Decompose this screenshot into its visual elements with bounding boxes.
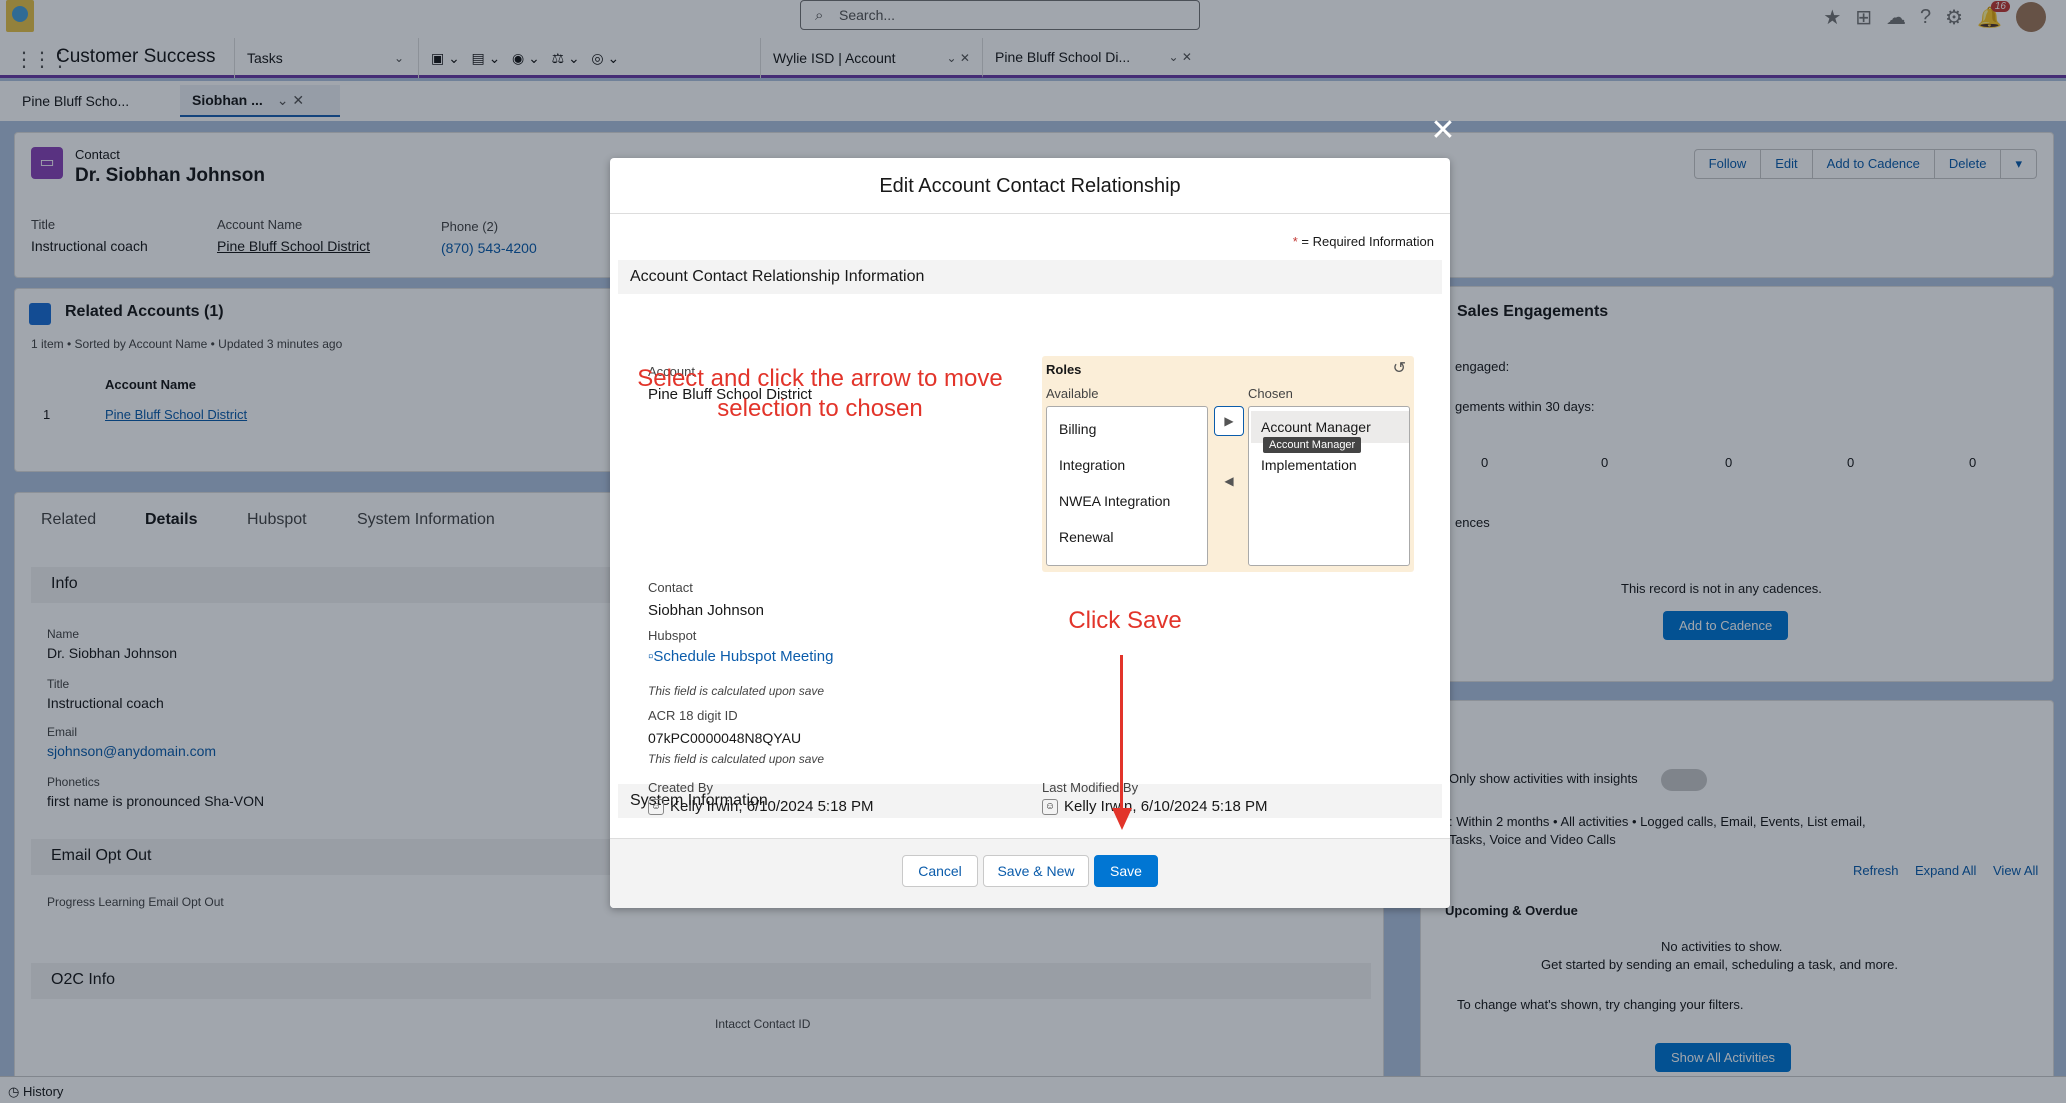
modified-by-label: Last Modified By: [1042, 780, 1139, 795]
contact-label: Contact: [648, 580, 693, 595]
created-by-label: Created By: [648, 780, 714, 795]
annotation-click-save: Click Save: [1068, 607, 1182, 634]
available-option[interactable]: Renewal: [1059, 529, 1113, 545]
chosen-list[interactable]: Account Manager Account Manager Implemen…: [1248, 406, 1410, 566]
save-button[interactable]: Save: [1094, 855, 1158, 887]
calc-note: This field is calculated upon save: [648, 752, 825, 766]
section-acr-info: Account Contact Relationship Information: [618, 260, 1442, 294]
contact-value: Siobhan Johnson: [648, 602, 764, 619]
annotation-arrow-icon: [1112, 808, 1132, 830]
required-note: * = Required Information: [1292, 234, 1434, 249]
move-to-chosen-button[interactable]: ▶: [1214, 406, 1244, 436]
required-note-text: = Required Information: [1301, 234, 1434, 249]
user-icon: ☺: [1042, 798, 1058, 815]
modal-footer: Cancel Save & New Save: [610, 838, 1450, 908]
user-icon: ☺: [648, 798, 664, 815]
save-new-button[interactable]: Save & New: [983, 855, 1089, 887]
acr-id-value: 07kPC0000048N8QYAU: [648, 730, 802, 746]
available-option[interactable]: Billing: [1059, 421, 1096, 437]
modified-date: , 6/10/2024 5:18 PM: [1132, 798, 1268, 815]
created-by-user: ☺ Kelly Irwin , 6/10/2024 5:18 PM: [648, 798, 873, 815]
chosen-label: Chosen: [1248, 386, 1293, 401]
available-option[interactable]: Integration: [1059, 457, 1125, 473]
calc-note: This field is calculated upon save: [648, 684, 825, 698]
roles-dual-listbox: Roles ↺ Available Chosen Billing Integra…: [1042, 356, 1414, 572]
roles-label: Roles: [1046, 362, 1082, 377]
hubspot-link-text: Schedule Hubspot Meeting: [653, 648, 834, 665]
edit-acr-modal: Edit Account Contact Relationship * = Re…: [610, 158, 1450, 908]
available-option[interactable]: NWEA Integration: [1059, 493, 1170, 509]
annotation-arrow-line: [1120, 655, 1123, 810]
chosen-option[interactable]: Implementation: [1261, 457, 1357, 473]
undo-icon[interactable]: ↺: [1393, 358, 1406, 378]
option-tooltip: Account Manager: [1263, 437, 1362, 453]
modal-body: * = Required Information Account Contact…: [610, 214, 1450, 838]
modal-title: Edit Account Contact Relationship: [610, 158, 1450, 214]
created-date: , 6/10/2024 5:18 PM: [738, 798, 874, 815]
available-label: Available: [1046, 386, 1099, 401]
modified-by-user: ☺ Kelly Irwin , 6/10/2024 5:18 PM: [1042, 798, 1267, 815]
move-to-available-button[interactable]: ◀: [1214, 466, 1244, 496]
acr-id-label: ACR 18 digit ID: [648, 708, 738, 723]
cancel-button[interactable]: Cancel: [902, 855, 978, 887]
annotation-select-arrow: Select and click the arrow to move selec…: [637, 365, 1003, 422]
hubspot-label: Hubspot: [648, 628, 697, 643]
available-list[interactable]: Billing Integration NWEA Integration Ren…: [1046, 406, 1208, 566]
close-icon[interactable]: ✕: [1428, 116, 1458, 146]
created-user-name[interactable]: Kelly Irwin: [670, 798, 738, 815]
schedule-hubspot-link[interactable]: ▫Schedule Hubspot Meeting: [648, 648, 833, 665]
